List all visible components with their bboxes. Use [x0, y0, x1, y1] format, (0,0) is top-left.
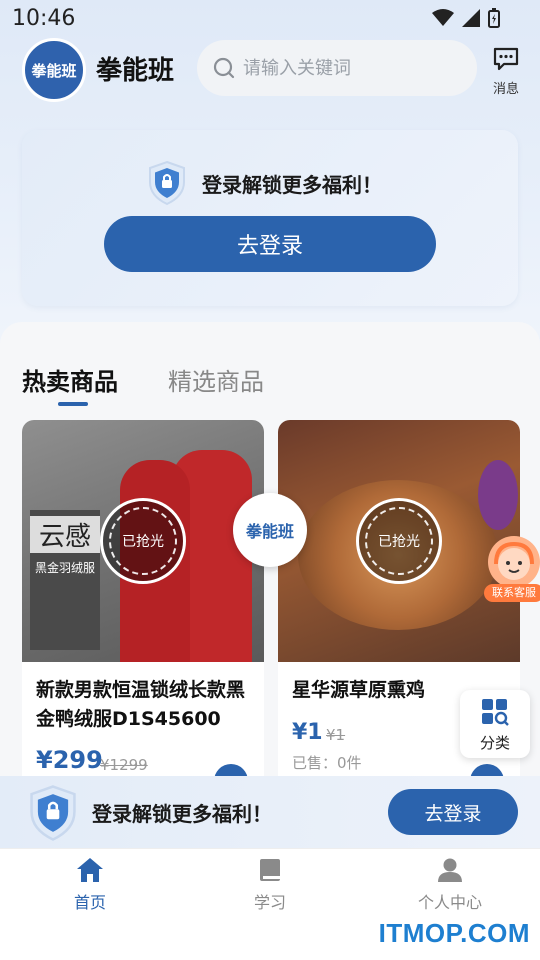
flower-decoration — [478, 460, 518, 530]
search-input[interactable] — [243, 57, 463, 79]
shield-lock-icon — [30, 785, 76, 841]
logo-text: 拳能班 — [31, 61, 77, 80]
login-card-text: 登录解锁更多福利！ — [202, 172, 382, 197]
product-image-subtext: 黑金羽绒服 — [34, 561, 95, 575]
watermark: ITMOP.COM — [378, 918, 530, 948]
login-card-header: 登录解锁更多福利！ — [146, 160, 382, 206]
category-label: 分类 — [479, 734, 510, 752]
customer-service-label: 联系客服 — [484, 584, 540, 602]
tab-study[interactable]: 学习 — [210, 857, 330, 913]
tab-study-label: 学习 — [253, 893, 286, 912]
product-sold-count: 已售：0件 — [292, 754, 362, 772]
product-price: ¥1 — [292, 720, 323, 745]
category-button[interactable]: 分类 — [460, 690, 530, 758]
tab-active-indicator — [58, 402, 88, 406]
app-logo: 拳能班 — [22, 38, 86, 102]
tab-hot-products[interactable]: 热卖商品 — [22, 362, 118, 397]
product-card[interactable]: 云感 黑金羽绒服 已抢光 新款男款恒温锁绒长款黑金鸭绒服D1S45600 ¥29… — [22, 420, 264, 800]
message-button[interactable]: 消息 — [488, 46, 524, 97]
product-image: 云感 黑金羽绒服 已抢光 — [22, 420, 264, 662]
bottom-login-text: 登录解锁更多福利！ — [92, 802, 272, 826]
product-original-price: ¥1299 — [100, 756, 148, 774]
brand-badge-text: 拳能班 — [245, 522, 294, 541]
tab-home-label: 首页 — [73, 893, 106, 912]
customer-service-button[interactable]: 联系客服 — [484, 536, 540, 604]
sold-out-text: 已抢光 — [378, 534, 420, 550]
wifi-icon — [432, 9, 454, 26]
product-image-text: 云感 — [30, 516, 100, 553]
shield-lock-icon — [149, 160, 185, 206]
tab-selected-products[interactable]: 精选商品 — [168, 362, 264, 397]
login-card: 登录解锁更多福利！ 去登录 — [22, 130, 518, 306]
tab-profile[interactable]: 个人中心 — [390, 857, 510, 913]
chat-icon — [493, 47, 519, 71]
status-bar: 10:46 — [0, 0, 540, 36]
search-bar[interactable] — [197, 40, 477, 96]
status-time: 10:46 — [12, 6, 76, 31]
tab-profile-label: 个人中心 — [417, 893, 482, 912]
tab-home[interactable]: 首页 — [30, 857, 150, 913]
sold-out-badge: 已抢光 — [100, 498, 186, 584]
brand-name: 拳能班 — [96, 56, 175, 86]
signal-icon — [462, 9, 480, 27]
product-original-price: ¥1 — [326, 726, 346, 744]
category-icon — [482, 699, 509, 726]
bottom-tab-bar: 首页 学习 个人中心 — [0, 848, 540, 916]
login-button[interactable]: 去登录 — [104, 216, 436, 272]
message-label: 消息 — [492, 82, 519, 97]
book-icon — [260, 859, 280, 881]
person-icon — [438, 858, 462, 882]
bottom-login-button[interactable]: 去登录 — [388, 789, 518, 835]
headset-avatar-icon — [488, 536, 540, 588]
product-image-panel: 云感 黑金羽绒服 — [30, 510, 100, 650]
status-icons — [432, 8, 500, 28]
brand-badge: 拳能班 — [233, 493, 307, 567]
search-icon — [213, 57, 235, 79]
bottom-login-bar: 登录解锁更多福利！ 去登录 — [0, 776, 540, 848]
home-icon — [77, 858, 103, 882]
product-price: ¥299 — [36, 746, 103, 774]
sold-out-badge: 已抢光 — [356, 498, 442, 584]
battery-icon — [488, 8, 500, 28]
sold-out-text: 已抢光 — [122, 534, 164, 550]
product-title: 新款男款恒温锁绒长款黑金鸭绒服D1S45600 — [36, 679, 246, 730]
